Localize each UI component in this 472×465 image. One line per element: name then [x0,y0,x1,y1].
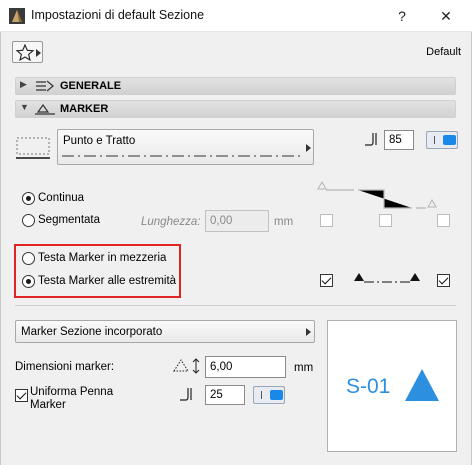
dimensioni-label: Dimensioni marker: [15,361,115,373]
estremita-label: Testa Marker alle estremità [38,275,177,287]
lunghezza-label: Lunghezza: [141,216,201,228]
estremita-radio[interactable] [22,275,35,288]
general-settings-icon [36,80,54,92]
segment-end-checkbox[interactable] [437,214,450,227]
section-header-marker[interactable]: ▼ MARKER [15,100,456,118]
section-header-generale[interactable]: ▶ GENERALE [15,77,456,95]
lunghezza-input[interactable]: 0,00 [205,210,269,232]
toggle-knob [270,390,283,400]
lunghezza-unit: mm [274,216,294,228]
section-label-generale: GENERALE [60,80,122,92]
mezzeria-label: Testa Marker in mezzeria [38,252,167,264]
uniforma-penna-checkbox[interactable] [15,389,28,402]
section-line-icon [16,137,50,159]
arrow-right-icon [306,328,311,336]
marker-ends-diagram-icon [354,273,420,283]
triangle-down-icon: ▼ [20,102,29,112]
mezzeria-radio[interactable] [22,252,35,265]
section-label-marker: MARKER [60,103,109,115]
marker-type-dropdown[interactable]: Marker Sezione incorporato [15,320,315,343]
toggle-bar [434,136,435,144]
dash-dot-line-preview [62,155,302,157]
marker-start-checkbox[interactable] [320,274,333,287]
pen-icon [180,388,192,401]
star-icon [15,44,35,61]
toggle-knob [443,135,456,145]
marker-triangle-icon [405,369,439,401]
segmentata-label: Segmentata [38,214,101,226]
continua-label: Continua [38,192,85,204]
favorites-button[interactable] [12,41,43,63]
marker-size-icon [173,358,200,374]
triangle-right-icon: ▶ [20,79,27,89]
uniforma-penna-label-line1: Uniforma Penna [30,386,114,398]
arrow-right-icon [306,144,311,152]
marker-end-checkbox[interactable] [437,274,450,287]
window-title: Impostazioni di default Sezione [31,8,205,22]
marker-type-value: Marker Sezione incorporato [21,326,163,338]
marker-pen-input[interactable]: 25 [205,385,245,405]
preview-label: S-01 [346,375,391,398]
dimensioni-unit: mm [294,362,314,374]
continua-radio[interactable] [22,192,35,205]
arrow-right-icon [36,49,41,57]
pen-color-toggle[interactable] [426,131,458,149]
segmentata-radio[interactable] [22,214,35,227]
pen-icon [365,133,377,146]
dimensioni-input[interactable]: 6,00 [205,356,286,378]
line-type-value: Punto e Tratto [63,135,136,147]
segment-middle-checkbox[interactable] [379,214,392,227]
archicad-app-icon [9,8,25,24]
uniforma-penna-label-line2: Marker [30,399,66,411]
segment-start-checkbox[interactable] [320,214,333,227]
line-type-dropdown[interactable]: Punto e Tratto [57,129,314,165]
close-button[interactable]: ✕ [432,5,460,27]
separator [15,305,456,306]
toggle-bar [261,391,262,399]
marker-preview: S-01 [327,320,457,452]
default-label: Default [426,46,461,58]
title-bar: Impostazioni di default Sezione ? ✕ [0,0,472,32]
pen-number-input[interactable]: 85 [384,130,414,150]
help-button[interactable]: ? [388,5,416,27]
marker-pen-color-toggle[interactable] [253,386,285,404]
segment-diagram-icon [317,180,437,209]
marker-section-icon [35,103,55,115]
